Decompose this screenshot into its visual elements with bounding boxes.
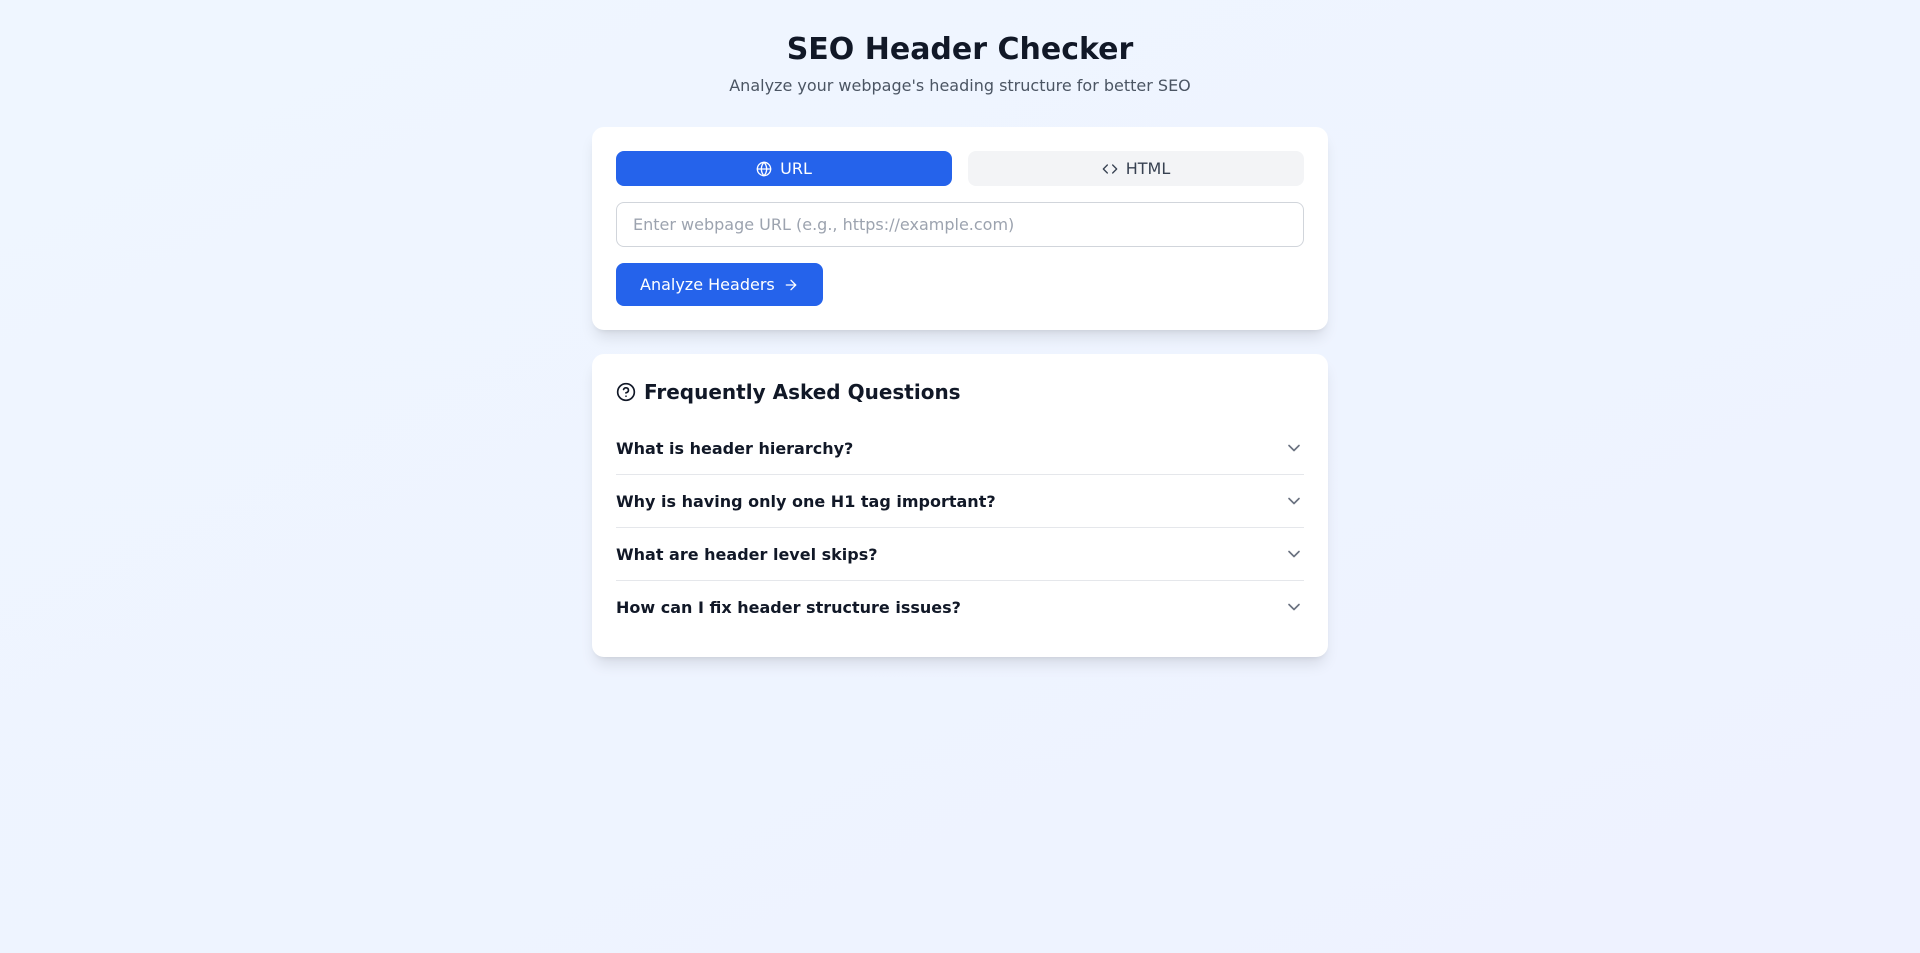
faq-card: Frequently Asked Questions What is heade… bbox=[592, 354, 1328, 657]
faq-question-text: What is header hierarchy? bbox=[616, 439, 853, 458]
chevron-down-icon bbox=[1284, 491, 1304, 511]
chevron-down-icon bbox=[1284, 438, 1304, 458]
tab-row: URL HTML bbox=[616, 151, 1304, 186]
faq-question-button[interactable]: What is header hierarchy? bbox=[616, 422, 1304, 474]
input-card: URL HTML Analyze Headers bbox=[592, 127, 1328, 330]
help-circle-icon bbox=[616, 382, 636, 402]
faq-item: What are header level skips? bbox=[616, 528, 1304, 581]
globe-icon bbox=[756, 161, 772, 177]
chevron-down-icon bbox=[1284, 597, 1304, 617]
arrow-right-icon bbox=[783, 277, 799, 293]
faq-title: Frequently Asked Questions bbox=[644, 378, 961, 406]
faq-question-text: Why is having only one H1 tag important? bbox=[616, 492, 996, 511]
page-subtitle: Analyze your webpage's heading structure… bbox=[592, 76, 1328, 95]
faq-item: How can I fix header structure issues? bbox=[616, 581, 1304, 633]
faq-question-button[interactable]: Why is having only one H1 tag important? bbox=[616, 475, 1304, 527]
faq-question-button[interactable]: How can I fix header structure issues? bbox=[616, 581, 1304, 633]
faq-item: What is header hierarchy? bbox=[616, 422, 1304, 475]
tab-html-label: HTML bbox=[1126, 159, 1171, 178]
analyze-button[interactable]: Analyze Headers bbox=[616, 263, 823, 306]
faq-list: What is header hierarchy? Why is having … bbox=[616, 422, 1304, 633]
faq-question-text: What are header level skips? bbox=[616, 545, 878, 564]
url-input[interactable] bbox=[616, 202, 1304, 247]
code-icon bbox=[1102, 161, 1118, 177]
faq-title-row: Frequently Asked Questions bbox=[616, 378, 1304, 406]
faq-item: Why is having only one H1 tag important? bbox=[616, 475, 1304, 528]
tab-url-label: URL bbox=[780, 159, 812, 178]
page-title: SEO Header Checker bbox=[592, 32, 1328, 68]
faq-question-button[interactable]: What are header level skips? bbox=[616, 528, 1304, 580]
page-header: SEO Header Checker Analyze your webpage'… bbox=[592, 32, 1328, 95]
faq-question-text: How can I fix header structure issues? bbox=[616, 598, 961, 617]
tab-url[interactable]: URL bbox=[616, 151, 952, 186]
tab-html[interactable]: HTML bbox=[968, 151, 1304, 186]
analyze-button-label: Analyze Headers bbox=[640, 275, 775, 294]
chevron-down-icon bbox=[1284, 544, 1304, 564]
